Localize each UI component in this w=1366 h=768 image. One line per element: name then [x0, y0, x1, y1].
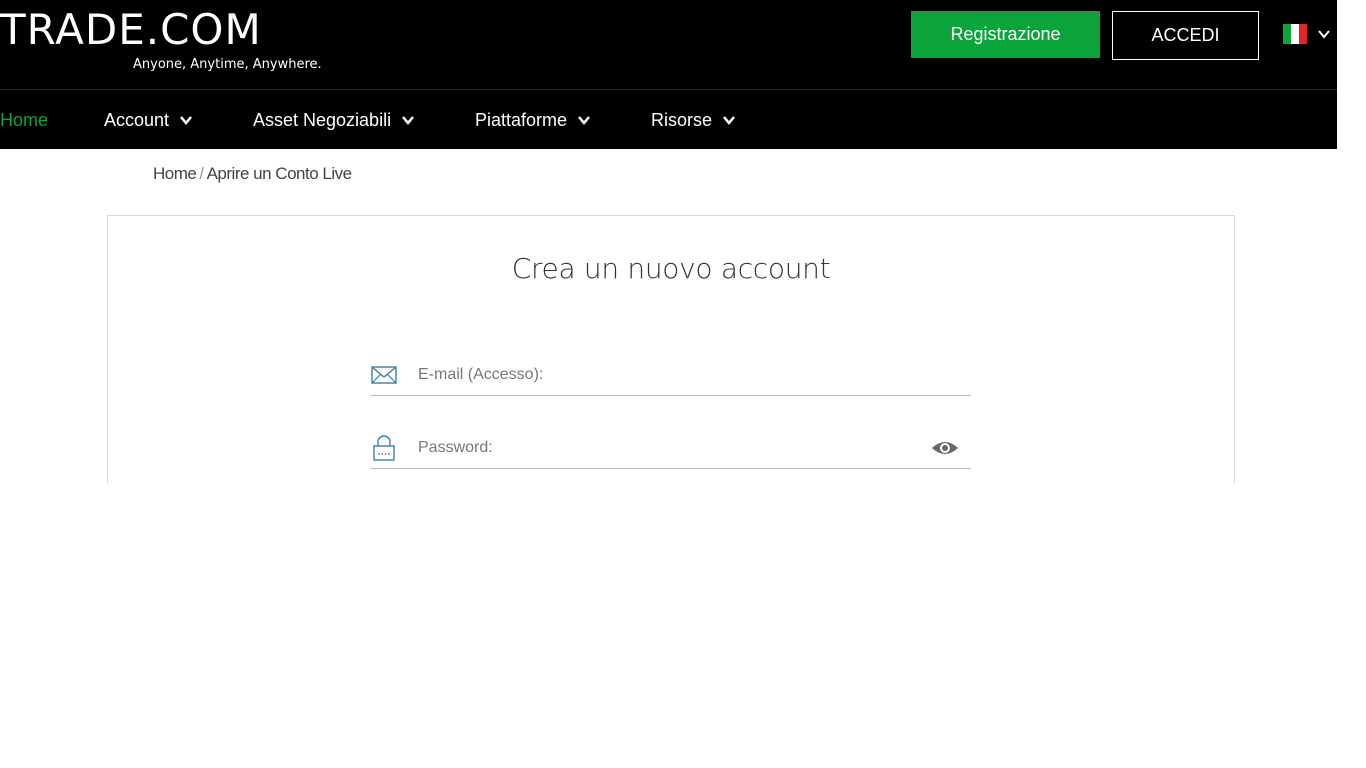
nav-item-piattaforme[interactable]: Piattaforme — [475, 90, 591, 150]
main-nav: Home Account Asset Negoziabili Piattafor… — [0, 89, 1337, 149]
top-header: TRADE.COM Anyone, Anytime, Anywhere. Reg… — [0, 0, 1337, 89]
italy-flag-icon — [1283, 24, 1307, 44]
nav-item-risorse[interactable]: Risorse — [651, 90, 736, 150]
chevron-down-icon — [402, 116, 415, 125]
password-field-wrapper — [371, 429, 971, 469]
breadcrumb-separator: / — [199, 164, 204, 183]
email-field-wrapper — [371, 356, 971, 396]
nav-item-label: Home — [0, 109, 49, 130]
nav-item-label: Asset Negoziabili — [253, 109, 392, 130]
breadcrumb-current: Aprire un Conto Live — [206, 164, 352, 183]
nav-item-home[interactable]: Home — [0, 90, 48, 150]
nav-item-label: Risorse — [651, 109, 713, 130]
form-title: Crea un nuovo account — [511, 252, 831, 285]
language-selector[interactable] — [1283, 22, 1337, 46]
password-input[interactable] — [418, 433, 918, 463]
logo[interactable]: TRADE.COM — [0, 8, 262, 52]
nav-item-asset-negoziabili[interactable]: Asset Negoziabili — [253, 90, 415, 150]
tagline: Anyone, Anytime, Anywhere. — [133, 57, 322, 72]
chevron-down-icon — [1318, 30, 1330, 39]
chevron-down-icon — [723, 116, 735, 125]
chevron-down-icon — [180, 116, 193, 125]
breadcrumb-home-link[interactable]: Home — [153, 164, 197, 183]
register-button[interactable]: Registrazione — [911, 11, 1100, 58]
email-input[interactable] — [418, 360, 918, 390]
envelope-icon — [371, 366, 397, 384]
signup-form-card: Crea un nuovo account — [107, 215, 1235, 484]
breadcrumb: Home / Aprire un Conto Live — [153, 164, 352, 184]
nav-item-label: Piattaforme — [475, 109, 568, 130]
login-button[interactable]: ACCEDI — [1112, 11, 1259, 60]
nav-item-account[interactable]: Account — [104, 90, 193, 150]
nav-item-label: Account — [104, 109, 170, 130]
chevron-down-icon — [578, 116, 591, 125]
lock-icon — [373, 435, 395, 461]
eye-icon[interactable] — [931, 435, 959, 461]
